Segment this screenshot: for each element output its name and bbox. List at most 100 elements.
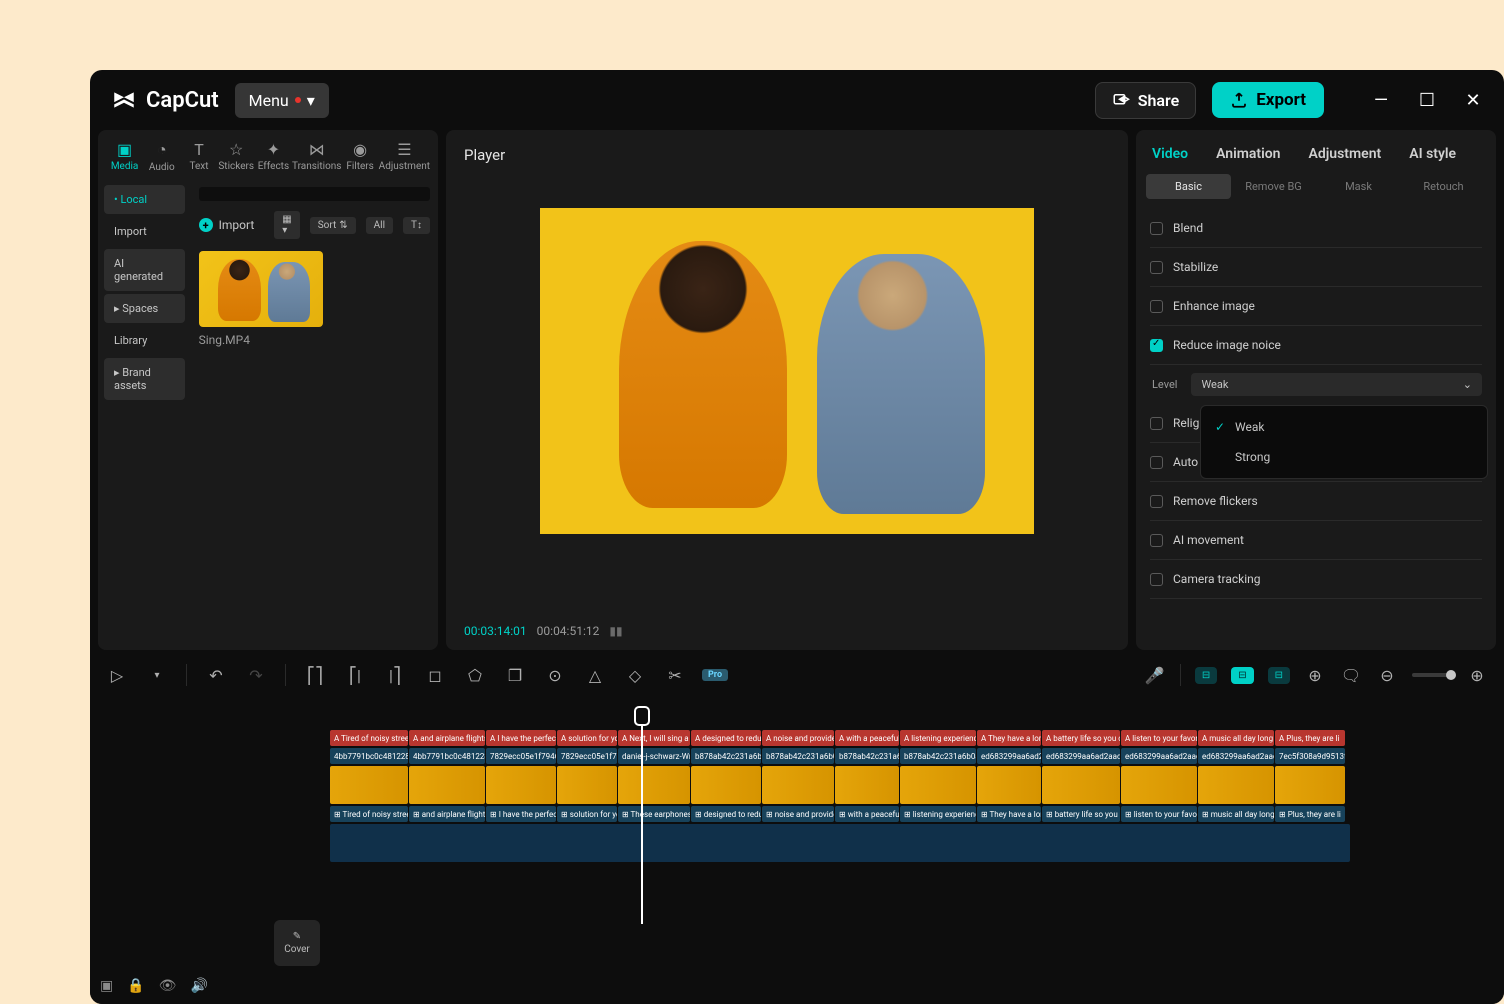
timeline-clip[interactable]: [330, 824, 1350, 862]
prop-enhance-image[interactable]: Enhance image: [1150, 287, 1482, 326]
timeline-clip[interactable]: ⊞ solution for you: [557, 806, 617, 822]
expand-track-icon[interactable]: ▣: [100, 978, 113, 994]
timeline-clip[interactable]: b878ab42c231a6b0a8: [835, 748, 899, 764]
subtab-mask[interactable]: Mask: [1316, 174, 1401, 199]
trim-left-icon[interactable]: ⎡|: [344, 664, 366, 686]
timeline-clip[interactable]: 4bb7791bc0c481228811f4: [409, 748, 485, 764]
pointer-tool-icon[interactable]: ▷: [106, 664, 128, 686]
prop-reduce-noise[interactable]: Reduce image noice: [1150, 326, 1482, 365]
snap-chip-2[interactable]: ⊟: [1231, 667, 1253, 684]
tab-stickers[interactable]: ☆Stickers: [218, 140, 255, 173]
timeline-clip[interactable]: A noise and provide: [762, 730, 834, 746]
tab-text[interactable]: TText: [180, 140, 217, 173]
timeline-clip[interactable]: [1275, 766, 1345, 804]
timeline-clip[interactable]: [900, 766, 976, 804]
timeline-clip[interactable]: [1042, 766, 1120, 804]
filter-all-button[interactable]: All: [366, 217, 393, 234]
timeline-clip[interactable]: A designed to reduc: [691, 730, 761, 746]
lock-icon[interactable]: 🔒: [127, 978, 144, 994]
chevron-down-icon[interactable]: ▾: [146, 664, 168, 686]
shield-icon[interactable]: ⬠: [464, 664, 486, 686]
timeline-clip[interactable]: A music all day long: [1198, 730, 1274, 746]
rotate-icon[interactable]: ◇: [624, 664, 646, 686]
prop-blend[interactable]: Blend: [1150, 209, 1482, 248]
checkbox-icon[interactable]: [1150, 495, 1163, 508]
text-size-button[interactable]: T↕: [403, 217, 430, 234]
dropdown-option-strong[interactable]: Strong: [1201, 442, 1487, 472]
player-viewport[interactable]: [540, 208, 1034, 534]
timeline-clip[interactable]: ⊞ with a peaceful: [835, 806, 899, 822]
sidebar-item-ai-generated[interactable]: AI generated: [104, 249, 185, 291]
sidebar-item-library[interactable]: Library: [104, 326, 185, 355]
split-icon[interactable]: ⎡⎤: [304, 664, 326, 686]
timeline-clip[interactable]: [409, 766, 485, 804]
timeline-clip[interactable]: [762, 766, 834, 804]
timeline-clip[interactable]: [1198, 766, 1274, 804]
timeline-clip[interactable]: ed683299aa6ad2aad8b3: [977, 748, 1041, 764]
timeline-clip[interactable]: ⊞ I have the perfec: [486, 806, 556, 822]
subtab-retouch[interactable]: Retouch: [1401, 174, 1486, 199]
trim-right-icon[interactable]: |⎤: [384, 664, 406, 686]
tab-animation[interactable]: Animation: [1216, 146, 1280, 162]
tab-adjustment-props[interactable]: Adjustment: [1308, 146, 1381, 162]
timeline-clip[interactable]: ⊞ Tired of noisy streets: [330, 806, 408, 822]
cover-button[interactable]: ✎ Cover: [274, 920, 320, 966]
timeline-clip[interactable]: [557, 766, 617, 804]
checkbox-icon[interactable]: [1150, 300, 1163, 313]
menu-button[interactable]: Menu ▾: [235, 83, 329, 118]
timeline-clip[interactable]: A and airplane flights?: [409, 730, 485, 746]
copy-icon[interactable]: ❐: [504, 664, 526, 686]
timeline-clip[interactable]: ⊞ noise and provide: [762, 806, 834, 822]
maximize-icon[interactable]: ☐: [1416, 90, 1438, 111]
timeline-clip[interactable]: [835, 766, 899, 804]
timeline-clip[interactable]: A Plus, they are li: [1275, 730, 1345, 746]
timeline-clip[interactable]: [618, 766, 690, 804]
timeline-clip[interactable]: [1121, 766, 1197, 804]
mic-icon[interactable]: 🎤: [1144, 664, 1166, 686]
timeline-clip[interactable]: A They have a long: [977, 730, 1041, 746]
mirror-icon[interactable]: △: [584, 664, 606, 686]
timeline-tracks[interactable]: A Tired of noisy streetsA and airplane f…: [330, 700, 1504, 1004]
share-button[interactable]: Share: [1095, 82, 1197, 119]
timeline-clip[interactable]: A listening experienc: [900, 730, 976, 746]
tab-media[interactable]: ▣Media: [106, 140, 143, 173]
redo-icon[interactable]: ↷: [245, 664, 267, 686]
timeline-clip[interactable]: ⊞ battery life so you c: [1042, 806, 1120, 822]
prop-camera-tracking[interactable]: Camera tracking: [1150, 560, 1482, 599]
snap-chip-1[interactable]: ⊟: [1195, 667, 1217, 684]
mute-icon[interactable]: 🔊: [190, 978, 207, 994]
timeline-clip[interactable]: [330, 766, 408, 804]
visibility-icon[interactable]: 👁: [159, 978, 177, 994]
minimize-icon[interactable]: —: [1370, 90, 1392, 111]
timeline-clip[interactable]: 7ec5f308a9d9513f: [1275, 748, 1345, 764]
view-grid-button[interactable]: ▦ ▾: [274, 211, 299, 239]
import-button[interactable]: + Import: [199, 218, 255, 232]
tab-video[interactable]: Video: [1152, 146, 1188, 162]
tab-adjustment[interactable]: ☰Adjustment: [379, 140, 430, 173]
timeline-clip[interactable]: ed683299aa6ad2aad8b3: [1042, 748, 1120, 764]
checkbox-icon[interactable]: [1150, 534, 1163, 547]
timeline-clip[interactable]: [977, 766, 1041, 804]
crop-2-icon[interactable]: ✂: [664, 664, 686, 686]
sidebar-item-spaces[interactable]: ▸ Spaces: [104, 294, 185, 323]
close-icon[interactable]: ✕: [1462, 90, 1484, 111]
timeline-clip[interactable]: 4bb7791bc0c481228811f4: [330, 748, 408, 764]
timeline-clip[interactable]: b878ab42c231a6b0a8: [691, 748, 761, 764]
timeline-clip[interactable]: 7829ecc05e1f79461: [557, 748, 617, 764]
checkbox-icon[interactable]: [1150, 261, 1163, 274]
checkbox-icon[interactable]: [1150, 222, 1163, 235]
timeline-clip[interactable]: [691, 766, 761, 804]
tab-transitions[interactable]: ⋈Transitions: [292, 140, 341, 173]
export-button[interactable]: Export: [1212, 82, 1324, 118]
subtab-basic[interactable]: Basic: [1146, 174, 1231, 199]
timeline-clip[interactable]: A Next, I will sing a so: [618, 730, 690, 746]
timeline-clip[interactable]: ⊞ designed to reduc: [691, 806, 761, 822]
dropdown-option-weak[interactable]: Weak: [1201, 412, 1487, 442]
timeline-clip[interactable]: ⊞ These earphones ar: [618, 806, 690, 822]
timeline-clip[interactable]: [486, 766, 556, 804]
chat-icon[interactable]: 🗨: [1340, 664, 1362, 686]
timeline-clip[interactable]: A solution for you: [557, 730, 617, 746]
prop-remove-flickers[interactable]: Remove flickers: [1150, 482, 1482, 521]
prop-ai-movement[interactable]: AI movement: [1150, 521, 1482, 560]
align-icon[interactable]: ⊕: [1304, 664, 1326, 686]
